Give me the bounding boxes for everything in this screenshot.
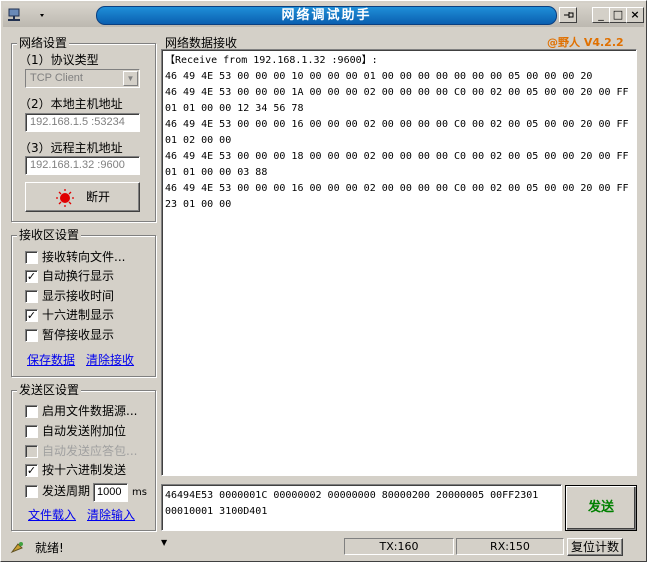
period-unit: ms	[132, 487, 147, 498]
remote-address-field[interactable]: 192.168.1.32 :9600	[25, 156, 140, 175]
system-menu[interactable]	[6, 6, 50, 24]
rx-counter: RX:150	[456, 538, 564, 555]
tx-counter: TX:160	[344, 538, 454, 555]
network-icon	[8, 8, 44, 21]
clear-receive-link[interactable]: 清除接收	[86, 353, 134, 367]
pin-button[interactable]	[559, 7, 577, 23]
send-line: 46494E53 0000001C 00000002 00000000 8000…	[165, 490, 539, 501]
checkbox-checked[interactable]: ✓	[25, 309, 38, 322]
protocol-value: TCP Client	[30, 72, 83, 84]
recv-line: 01 02 00 00	[165, 135, 232, 146]
maximize-button[interactable]: □	[609, 7, 627, 23]
save-data-link[interactable]: 保存数据	[27, 353, 75, 367]
checkbox-checked[interactable]: ✓	[25, 270, 38, 283]
recv-line: 01 01 00 00 03 88	[165, 167, 268, 178]
clear-input-link[interactable]: 清除输入	[87, 508, 135, 522]
send-button[interactable]: 发送	[565, 485, 637, 531]
load-file-link[interactable]: 文件载入	[28, 508, 76, 522]
group-label: 发送区设置	[17, 383, 82, 397]
checkbox[interactable]	[25, 329, 38, 342]
checkbox-checked[interactable]: ✓	[25, 464, 38, 477]
minimize-button[interactable]: _	[592, 7, 610, 23]
recv-line: 46 49 4E 53 00 00 00 10 00 00 00 01 00 0…	[165, 71, 593, 82]
recv-line: 46 49 4E 53 00 00 00 16 00 00 00 02 00 0…	[165, 183, 629, 194]
checkbox	[25, 445, 38, 458]
app-window: 网络调试助手 _ □ × 网络设置 （1）协议类型 TCP Client ▼ （…	[0, 0, 647, 562]
pin-icon	[564, 12, 574, 18]
protocol-select[interactable]: TCP Client ▼	[25, 69, 140, 88]
group-label: 接收区设置	[17, 228, 82, 242]
checkbox[interactable]	[25, 425, 38, 438]
disconnect-button[interactable]: 断开	[25, 182, 140, 212]
local-address-label: （2）本地主机地址	[19, 97, 123, 111]
title-bar: 网络调试助手 _ □ ×	[3, 3, 644, 27]
recv-line: 46 49 4E 53 00 00 00 16 00 00 00 02 00 0…	[165, 119, 629, 130]
send-line: 00010001 3100D401	[165, 506, 268, 517]
checkbox[interactable]	[25, 405, 38, 418]
window-title: 网络调试助手	[96, 6, 557, 25]
chevron-down-icon[interactable]: ▼	[123, 71, 138, 86]
recv-line: 46 49 4E 53 00 00 00 18 00 00 00 02 00 0…	[165, 151, 629, 162]
checkbox[interactable]	[25, 485, 38, 498]
group-label: 网络设置	[17, 36, 70, 50]
checkbox[interactable]	[25, 251, 38, 264]
reset-count-button[interactable]: 复位计数	[567, 538, 623, 556]
period-input[interactable]: 1000	[93, 483, 128, 502]
close-button[interactable]: ×	[626, 7, 644, 23]
remote-address-label: （3）远程主机地址	[19, 141, 123, 155]
send-textarea[interactable]: 46494E53 0000001C 00000002 00000000 8000…	[161, 484, 562, 531]
recv-line: 【Receive from 192.168.1.32 :9600】:	[165, 55, 378, 66]
receive-textarea[interactable]: 【Receive from 192.168.1.32 :9600】: 46 49…	[161, 49, 637, 476]
status-text: 就绪!	[35, 541, 64, 555]
receive-area-label: 网络数据接收	[165, 36, 238, 50]
status-led-icon	[56, 189, 74, 207]
protocol-label: （1）协议类型	[19, 53, 99, 67]
local-address-field[interactable]: 192.168.1.5 :53234	[25, 113, 140, 132]
disconnect-label: 断开	[86, 190, 111, 204]
recv-line: 23 01 00 00	[165, 199, 232, 210]
checkbox[interactable]	[25, 290, 38, 303]
recv-line: 01 01 00 00 12 34 56 78	[165, 103, 304, 114]
status-icon	[10, 542, 23, 554]
grip-arrow-icon: ▼	[161, 538, 168, 547]
version-label: @野人 V4.2.2	[547, 36, 624, 49]
recv-line: 46 49 4E 53 00 00 00 1A 00 00 00 02 00 0…	[165, 87, 629, 98]
